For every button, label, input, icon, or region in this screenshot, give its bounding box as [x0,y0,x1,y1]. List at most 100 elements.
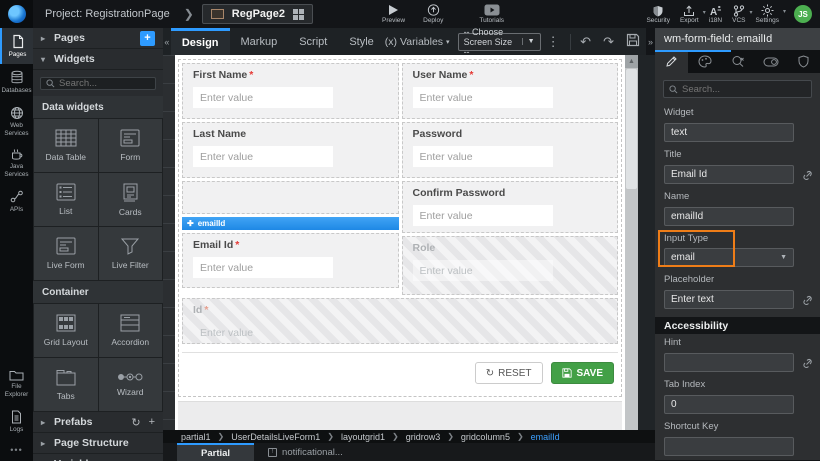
add-prefab-button[interactable]: + [149,416,155,429]
expand-right-panel-button[interactable]: » [646,28,655,55]
widget-live-form[interactable]: Live Form [34,227,98,280]
rail-item-apis[interactable]: APIs [0,184,33,219]
bind-title-button[interactable] [802,168,813,186]
variables-section-header[interactable]: ▸ Variables [33,454,163,461]
input-type-select[interactable]: email ▼ [664,248,794,267]
rail-item-databases[interactable]: Databases [0,64,33,100]
tab-design[interactable]: Design [171,28,230,55]
settings-button[interactable]: ▾ Settings [756,4,780,24]
bind-hint-button[interactable] [802,356,813,374]
preview-button[interactable]: Preview [382,4,405,24]
field-first-name[interactable]: First Name* Enter value [182,63,399,119]
rail-item-java-services[interactable]: Java Services [0,142,33,184]
widget-form[interactable]: Form [99,119,163,172]
open-page-tab[interactable]: RegPage2 [202,4,313,24]
pages-section-header[interactable]: ▸ Pages + [33,28,163,49]
password-input[interactable]: Enter value [413,146,553,167]
export-button[interactable]: ▾ Export [680,5,699,24]
breadcrumb-layoutgrid1[interactable]: layoutgrid1 [341,432,385,442]
field-role-hidden[interactable]: Role Enter value [402,236,619,295]
tab-script[interactable]: Script [288,28,338,55]
rail-item-file-explorer[interactable]: File Explorer [0,363,33,404]
collapse-left-panel-button[interactable]: « [163,37,171,47]
field-last-name[interactable]: Last Name Enter value [182,122,399,178]
empty-grid-cell[interactable] [182,181,399,214]
widget-cards[interactable]: Cards [99,173,163,226]
reset-button[interactable]: ↻ RESET [475,362,543,384]
name-value-input[interactable] [664,207,794,226]
tab-events[interactable] [721,50,754,73]
tab-properties[interactable] [655,50,688,73]
breadcrumb-partial1[interactable]: partial1 [181,432,211,442]
tutorials-button[interactable]: Tutorials [479,4,504,24]
rail-more-button[interactable]: ••• [0,439,33,461]
deploy-button[interactable]: Deploy [423,4,443,24]
first-name-input[interactable]: Enter value [193,87,333,108]
tab-markup[interactable]: Markup [230,28,289,55]
redo-button[interactable]: ↷ [603,34,614,50]
placeholder-value-input[interactable] [664,290,794,309]
widget-accordion[interactable]: Accordion [99,304,163,357]
rail-item-web-services[interactable]: Web Services [0,100,33,143]
properties-search[interactable] [663,80,812,98]
widget-search[interactable] [40,77,156,90]
widget-grid-layout[interactable]: Grid Layout [34,304,98,357]
widget-data-table[interactable]: Data Table [34,119,98,172]
screen-size-select[interactable]: -- Choose Screen Size -- ▼ [458,33,541,51]
page-footer-area[interactable] [178,401,622,430]
i18n-button[interactable]: A i18N [709,5,722,24]
pages-grid-icon[interactable] [293,9,304,20]
title-value-input[interactable] [664,165,794,184]
undo-button[interactable]: ↶ [580,34,591,50]
tab-toggle[interactable] [754,50,787,73]
tab-partial[interactable]: Partial [177,443,254,461]
hint-value-input[interactable] [664,353,794,372]
security-button[interactable]: Security [646,5,669,24]
widget-live-filter[interactable]: Live Filter [99,227,163,280]
breadcrumb-userdetailsliveform1[interactable]: UserDetailsLiveForm1 [231,432,320,442]
tab-security[interactable] [787,50,820,73]
field-email-id[interactable]: Email Id* Enter value [182,233,399,288]
widget-tabs[interactable]: Tabs [34,358,98,411]
field-confirm-password[interactable]: Confirm Password Enter value [402,181,619,233]
more-options-button[interactable]: ⋮ [547,34,560,50]
canvas-scrollbar[interactable]: ▲ [625,55,638,430]
bind-placeholder-button[interactable] [802,293,813,311]
widgets-section-header[interactable]: ▾ Widgets [33,49,163,70]
widget-value-input[interactable] [664,123,794,142]
tab-notification[interactable]: ! notificational... [254,443,357,461]
tab-index-value-input[interactable] [664,395,794,414]
rail-item-logs[interactable]: Logs [0,404,33,439]
app-logo[interactable] [0,0,33,28]
prefabs-section-header[interactable]: ▸ Prefabs ↻+ [33,412,163,433]
widget-wizard[interactable]: Wizard [99,358,163,411]
user-name-input[interactable]: Enter value [413,87,553,108]
role-input[interactable]: Enter value [413,260,553,281]
scroll-up-button[interactable]: ▲ [625,55,638,68]
widget-search-input[interactable] [59,78,149,89]
confirm-password-input[interactable]: Enter value [413,205,553,226]
add-page-button[interactable]: + [140,31,155,46]
tab-style[interactable]: Style [338,28,384,55]
breadcrumb-gridcolumn5[interactable]: gridcolumn5 [461,432,510,442]
save-button[interactable]: SAVE [551,362,615,384]
properties-search-input[interactable] [682,84,792,95]
field-user-name[interactable]: User Name* Enter value [402,63,619,119]
email-id-input[interactable]: Enter value [193,257,333,278]
live-form-container[interactable]: First Name* Enter value Last Name Enter … [178,59,622,397]
selected-widget-bar[interactable]: ✚ emailId [182,217,399,230]
shortcut-key-value-input[interactable] [664,437,794,456]
widget-list[interactable]: List [34,173,98,226]
id-input[interactable]: Enter value [193,322,491,343]
breadcrumb-emailid[interactable]: emailId [531,432,560,442]
breadcrumb-gridrow3[interactable]: gridrow3 [406,432,441,442]
field-id-hidden[interactable]: Id* Enter value [182,298,618,344]
field-password[interactable]: Password Enter value [402,122,619,178]
save-page-button[interactable] [626,33,640,50]
variables-dropdown[interactable]: (x) Variables ▾ [385,36,450,48]
rail-item-pages[interactable]: Pages [0,28,33,64]
refresh-icon[interactable]: ↻ [131,416,140,429]
last-name-input[interactable]: Enter value [193,146,333,167]
user-avatar[interactable]: JS [794,5,812,23]
tab-styles[interactable] [688,50,721,73]
